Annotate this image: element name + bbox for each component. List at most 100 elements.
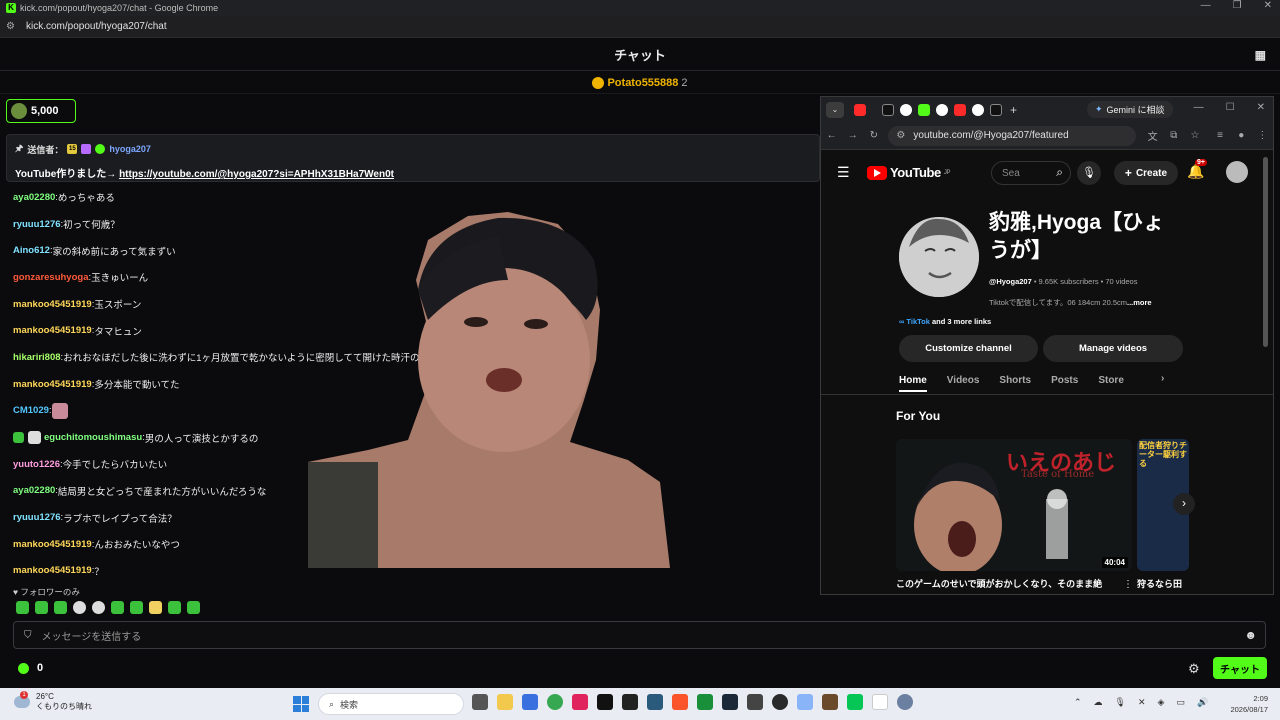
chevron-right-icon[interactable]: › [1161,373,1164,384]
users-icon[interactable]: ▦ [1255,48,1266,62]
tab-google[interactable] [900,103,912,116]
site-settings-icon[interactable]: ⚙ [6,21,20,32]
video-more-icon[interactable]: ⋮ [1123,579,1133,590]
yt-address-bar[interactable]: ⚙ youtube.com/@Hyoga207/featured [888,125,1137,146]
install-icon[interactable]: ⧉ [1163,130,1184,141]
emote-icon[interactable] [168,601,181,614]
emoji-picker-icon[interactable]: ☻ [1244,628,1257,642]
tab-youtube-2[interactable] [954,103,966,116]
tab-kick[interactable] [918,103,930,116]
account-avatar[interactable] [1226,161,1248,183]
pinned-link[interactable]: https://youtube.com/@hyoga207?si=APHhX31… [119,169,394,180]
create-button[interactable]: + Create [1114,161,1178,185]
display-icon[interactable]: ▭ [1176,697,1185,708]
taskbar-search[interactable]: ⌕ 検索 [318,693,464,715]
app-icon[interactable] [572,694,588,710]
mic-icon[interactable]: 🎙 [1077,161,1101,185]
chat-username[interactable]: aya02280 [13,485,55,496]
more-menu-icon[interactable]: ⋮ [1252,130,1273,141]
notepad-icon[interactable] [872,694,888,710]
app-icon[interactable] [697,694,713,710]
youtube-browser-window[interactable]: ⌄ + ✦ Gemini に相談 — ☐ ✕ ← → ↻ ⚙ youtube.c… [820,96,1274,595]
notifications-bell-icon[interactable]: 🔔 9+ [1187,159,1207,180]
windows-start-icon[interactable] [293,696,309,712]
emote-icon[interactable] [187,601,200,614]
gift-leaderboard[interactable]: Potato555888 2 [0,72,1280,94]
emote-icon[interactable] [54,601,67,614]
pinned-user[interactable]: hyoga207 [109,144,151,154]
weather-widget[interactable]: 1 26°C くもりのち晴れ [14,691,92,712]
chat-username[interactable]: gonzaresuhyoga [13,272,89,283]
chat-username[interactable]: eguchitomoushimasu [44,432,142,443]
chat-username[interactable]: aya02280 [13,192,55,203]
app-icon[interactable] [747,694,763,710]
channel-links[interactable]: ∞ TikTok and 3 more links [899,317,991,326]
network-icon[interactable]: ◈ [1158,697,1165,708]
chat-username[interactable]: mankoo45451919 [13,379,92,390]
tab-shorts[interactable]: Shorts [999,375,1031,386]
forward-icon[interactable]: → [842,130,863,141]
translate-icon[interactable]: 文 [1142,128,1163,143]
bookmark-star-icon[interactable]: ☆ [1184,130,1205,141]
steam-icon[interactable] [722,694,738,710]
chat-username[interactable]: ryuuu1276 [13,219,61,230]
chat-username[interactable]: mankoo45451919 [13,299,92,310]
channel-points[interactable]: 0 [18,662,43,674]
chat-username[interactable]: hikariri808 [13,352,61,363]
manage-videos-button[interactable]: Manage videos [1043,335,1183,362]
reading-list-icon[interactable]: ≡ [1210,130,1231,141]
gemini-button[interactable]: ✦ Gemini に相談 [1087,101,1173,118]
send-chat-button[interactable]: チャット [1213,657,1267,679]
customize-channel-button[interactable]: Customize channel [899,335,1038,362]
hamburger-menu-icon[interactable]: ☰ [837,164,850,181]
emote-icon[interactable] [35,601,48,614]
description-more[interactable]: ...more [1127,298,1152,307]
microphone-icon[interactable]: 🎙 [1115,697,1126,708]
chat-username[interactable]: mankoo45451919 [13,565,92,576]
tab-google-2[interactable] [936,103,948,116]
app-icon[interactable] [797,694,813,710]
chat-username[interactable]: mankoo45451919 [13,539,92,550]
yt-close-icon[interactable]: ✕ [1257,102,1265,113]
emote-icon[interactable] [16,601,29,614]
more-links[interactable]: and 3 more links [930,317,991,326]
close-icon[interactable]: ✕ [1264,0,1272,11]
app-icon[interactable] [522,694,538,710]
chat-settings-gear-icon[interactable]: ⚙ [1188,661,1200,677]
search-icon[interactable]: ⌕ [1056,165,1063,180]
site-info-icon[interactable]: ⚙ [896,130,905,141]
emote-icon[interactable] [149,601,162,614]
video-title-1[interactable]: このゲームのせいで頭がおかしくなり、そのまま絶 [896,577,1128,590]
emote-icon[interactable] [73,601,86,614]
new-tab-icon[interactable]: + [1010,103,1017,117]
tab-google-3[interactable] [972,103,984,116]
tiktok-link[interactable]: ∞ TikTok [899,317,930,326]
address-bar[interactable]: ⚙ kick.com/popout/hyoga207/chat [0,16,1280,38]
emote-icon[interactable] [130,601,143,614]
back-icon[interactable]: ← [821,130,842,141]
chat-username[interactable]: Aino612 [13,245,50,256]
chrome-icon[interactable] [547,694,563,710]
chat-message-input[interactable]: ⛉ メッセージを送信する ☻ [13,621,1266,649]
tab-posts[interactable]: Posts [1051,375,1078,386]
tab-tiktok-2[interactable] [990,103,1002,116]
terminal-icon[interactable] [622,694,638,710]
bluetooth-icon[interactable]: ✕ [1138,697,1146,708]
tray-overflow-icon[interactable]: ⌃ [1074,697,1082,708]
app-icon[interactable] [647,694,663,710]
reload-icon[interactable]: ↻ [863,130,884,141]
task-view-icon[interactable] [472,694,488,710]
volume-icon[interactable]: 🔊 [1197,697,1208,708]
chat-username[interactable]: yuuto1226 [13,459,60,470]
emote-icon[interactable] [92,601,105,614]
chat-username[interactable]: mankoo45451919 [13,325,92,336]
tab-youtube[interactable] [854,103,866,116]
taskbar-clock[interactable]: 2:09 2026/08/17 [1222,693,1268,715]
page-scrollbar[interactable] [1263,157,1268,347]
chat-username[interactable]: CM1029 [13,405,49,416]
carousel-next-icon[interactable]: › [1173,493,1195,515]
settings-icon[interactable] [897,694,913,710]
search-input[interactable]: Sea ⌕ [991,161,1071,185]
emote-icon[interactable] [111,601,124,614]
tiktok-icon[interactable] [597,694,613,710]
